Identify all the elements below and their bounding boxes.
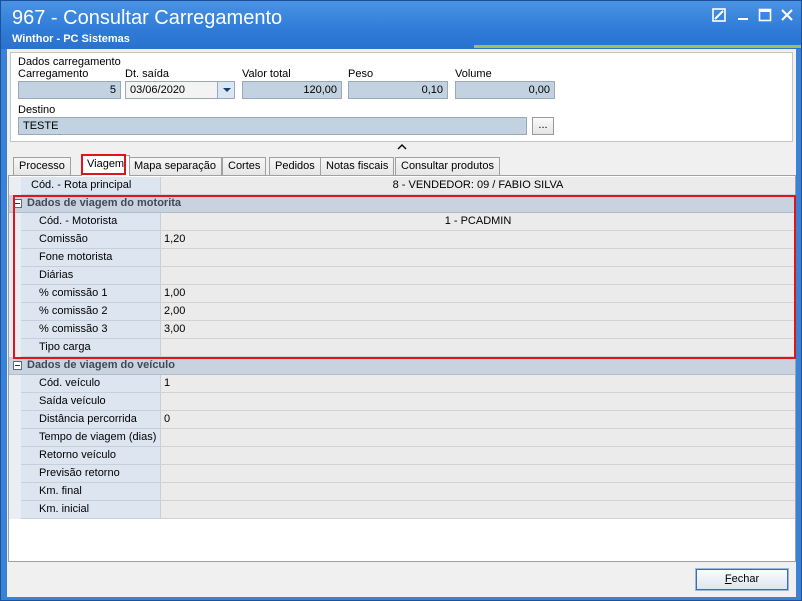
dt-saida-field[interactable]: 03/06/2020	[125, 81, 235, 99]
app-window: 967 - Consultar Carregamento Winthor - P…	[0, 0, 802, 601]
group-title: Dados de viagem do veículo	[27, 359, 175, 371]
grid-row[interactable]: Distância percorrida 0	[9, 411, 795, 429]
destino-field[interactable]: TESTE	[18, 117, 527, 135]
tab-notas-fiscais[interactable]: Notas fiscais	[320, 157, 395, 175]
dt-saida-label: Dt. saída	[125, 68, 170, 80]
tab-mapa-separacao[interactable]: Mapa separação	[128, 157, 222, 175]
grid-row[interactable]: Diárias	[9, 267, 795, 285]
close-button-label: Fechar	[724, 573, 760, 585]
peso-label: Peso	[348, 68, 374, 80]
row-value[interactable]	[160, 429, 795, 447]
row-value[interactable]	[160, 447, 795, 465]
row-value[interactable]	[160, 249, 795, 267]
peso-field[interactable]: 0,10	[348, 81, 448, 99]
volume-field[interactable]: 0,00	[455, 81, 555, 99]
row-name: % comissão 1	[21, 285, 160, 303]
destino-lookup-button[interactable]: ...	[532, 117, 554, 135]
row-value[interactable]: 8 - VENDEDOR: 09 / FABIO SILVA	[160, 177, 795, 195]
chevron-down-icon[interactable]	[217, 82, 234, 98]
grid-row[interactable]: Tipo carga	[9, 339, 795, 357]
tab-pedidos[interactable]: Pedidos	[269, 157, 321, 175]
group-header-motorista[interactable]: Dados de viagem do motorita	[9, 195, 795, 213]
grid-row[interactable]: Cód. - Motorista 1 - PCADMIN	[9, 213, 795, 231]
carregamento-field[interactable]: 5	[18, 81, 121, 99]
tab-bar: Processo Viagem Mapa separação Cortes Pe…	[7, 155, 796, 176]
row-value[interactable]	[160, 501, 795, 519]
minimize-icon[interactable]	[735, 8, 751, 24]
row-name: Diárias	[21, 267, 160, 285]
row-name: Tempo de viagem (dias)	[21, 429, 160, 447]
valor-total-field[interactable]: 120,00	[242, 81, 342, 99]
destino-label: Destino	[18, 104, 56, 116]
tab-viagem[interactable]: Viagem	[81, 155, 131, 176]
row-value[interactable]	[160, 267, 795, 285]
row-value[interactable]: 0	[160, 411, 795, 429]
row-name: Km. inicial	[21, 501, 160, 519]
row-name: Cód. - Rota principal	[21, 177, 160, 195]
row-value[interactable]: 1,20	[160, 231, 795, 249]
grid-row[interactable]: Previsão retorno	[9, 465, 795, 483]
client-area: Dados carregamento Carregamento 5 Dt. sa…	[7, 49, 796, 597]
row-name: % comissão 2	[21, 303, 160, 321]
row-name: Cód. - Motorista	[21, 213, 160, 231]
row-value[interactable]: 1,00	[160, 285, 795, 303]
row-name: Comissão	[21, 231, 160, 249]
section-label: Dados carregamento	[18, 56, 121, 68]
close-icon[interactable]	[779, 8, 795, 24]
grid-row[interactable]: Km. inicial	[9, 501, 795, 519]
tab-cortes[interactable]: Cortes	[222, 157, 267, 175]
row-name: Km. final	[21, 483, 160, 501]
row-name: Cód. veículo	[21, 375, 160, 393]
row-value[interactable]: 3,00	[160, 321, 795, 339]
grid-row[interactable]: Fone motorista	[9, 249, 795, 267]
carregamento-label: Carregamento	[18, 68, 89, 80]
grid-row-rota[interactable]: Cód. - Rota principal 8 - VENDEDOR: 09 /…	[9, 177, 795, 195]
dt-saida-value: 03/06/2020	[130, 84, 186, 96]
row-name: Tipo carga	[21, 339, 160, 357]
row-name: Distância percorrida	[21, 411, 160, 429]
grid-row[interactable]: Retorno veículo	[9, 447, 795, 465]
row-value[interactable]	[160, 393, 795, 411]
row-name: Previsão retorno	[21, 465, 160, 483]
valor-total-label: Valor total	[242, 68, 291, 80]
row-name: Fone motorista	[21, 249, 160, 267]
tab-consultar-produtos[interactable]: Consultar produtos	[395, 157, 500, 175]
row-value[interactable]: 2,00	[160, 303, 795, 321]
row-name: % comissão 3	[21, 321, 160, 339]
row-value[interactable]	[160, 339, 795, 357]
grid-row[interactable]: % comissão 2 2,00	[9, 303, 795, 321]
volume-label: Volume	[455, 68, 492, 80]
group-header-veiculo[interactable]: Dados de viagem do veículo	[9, 357, 795, 375]
grid-row[interactable]: % comissão 3 3,00	[9, 321, 795, 339]
grid-row[interactable]: Saída veículo	[9, 393, 795, 411]
grid-row[interactable]: % comissão 1 1,00	[9, 285, 795, 303]
row-value[interactable]: 1 - PCADMIN	[160, 213, 795, 231]
close-button[interactable]: Fechar	[695, 568, 789, 591]
row-name: Retorno veículo	[21, 447, 160, 465]
tab-processo[interactable]: Processo	[13, 157, 71, 175]
collapse-icon[interactable]	[13, 199, 22, 208]
group-title: Dados de viagem do motorita	[27, 197, 182, 209]
grid-row[interactable]: Km. final	[9, 483, 795, 501]
row-value[interactable]: 1	[160, 375, 795, 393]
collapse-panel-icon[interactable]	[397, 143, 407, 153]
window-title: 967 - Consultar Carregamento	[12, 7, 283, 29]
grid-row[interactable]: Cód. veículo 1	[9, 375, 795, 393]
grid-row[interactable]: Comissão 1,20	[9, 231, 795, 249]
viagem-property-grid: Cód. - Rota principal 8 - VENDEDOR: 09 /…	[8, 175, 796, 562]
collapse-icon[interactable]	[13, 361, 22, 370]
row-value[interactable]	[160, 465, 795, 483]
window-subtitle: Winthor - PC Sistemas	[12, 33, 130, 45]
row-name: Saída veículo	[21, 393, 160, 411]
title-bar[interactable]: 967 - Consultar Carregamento Winthor - P…	[1, 1, 801, 49]
restore-icon[interactable]	[711, 8, 727, 24]
grid-row[interactable]: Tempo de viagem (dias)	[9, 429, 795, 447]
dados-carregamento-panel: Dados carregamento Carregamento 5 Dt. sa…	[10, 52, 793, 142]
row-value[interactable]	[160, 483, 795, 501]
maximize-icon[interactable]	[757, 8, 773, 24]
title-accent-line	[474, 45, 801, 48]
footer-bar	[7, 562, 796, 597]
